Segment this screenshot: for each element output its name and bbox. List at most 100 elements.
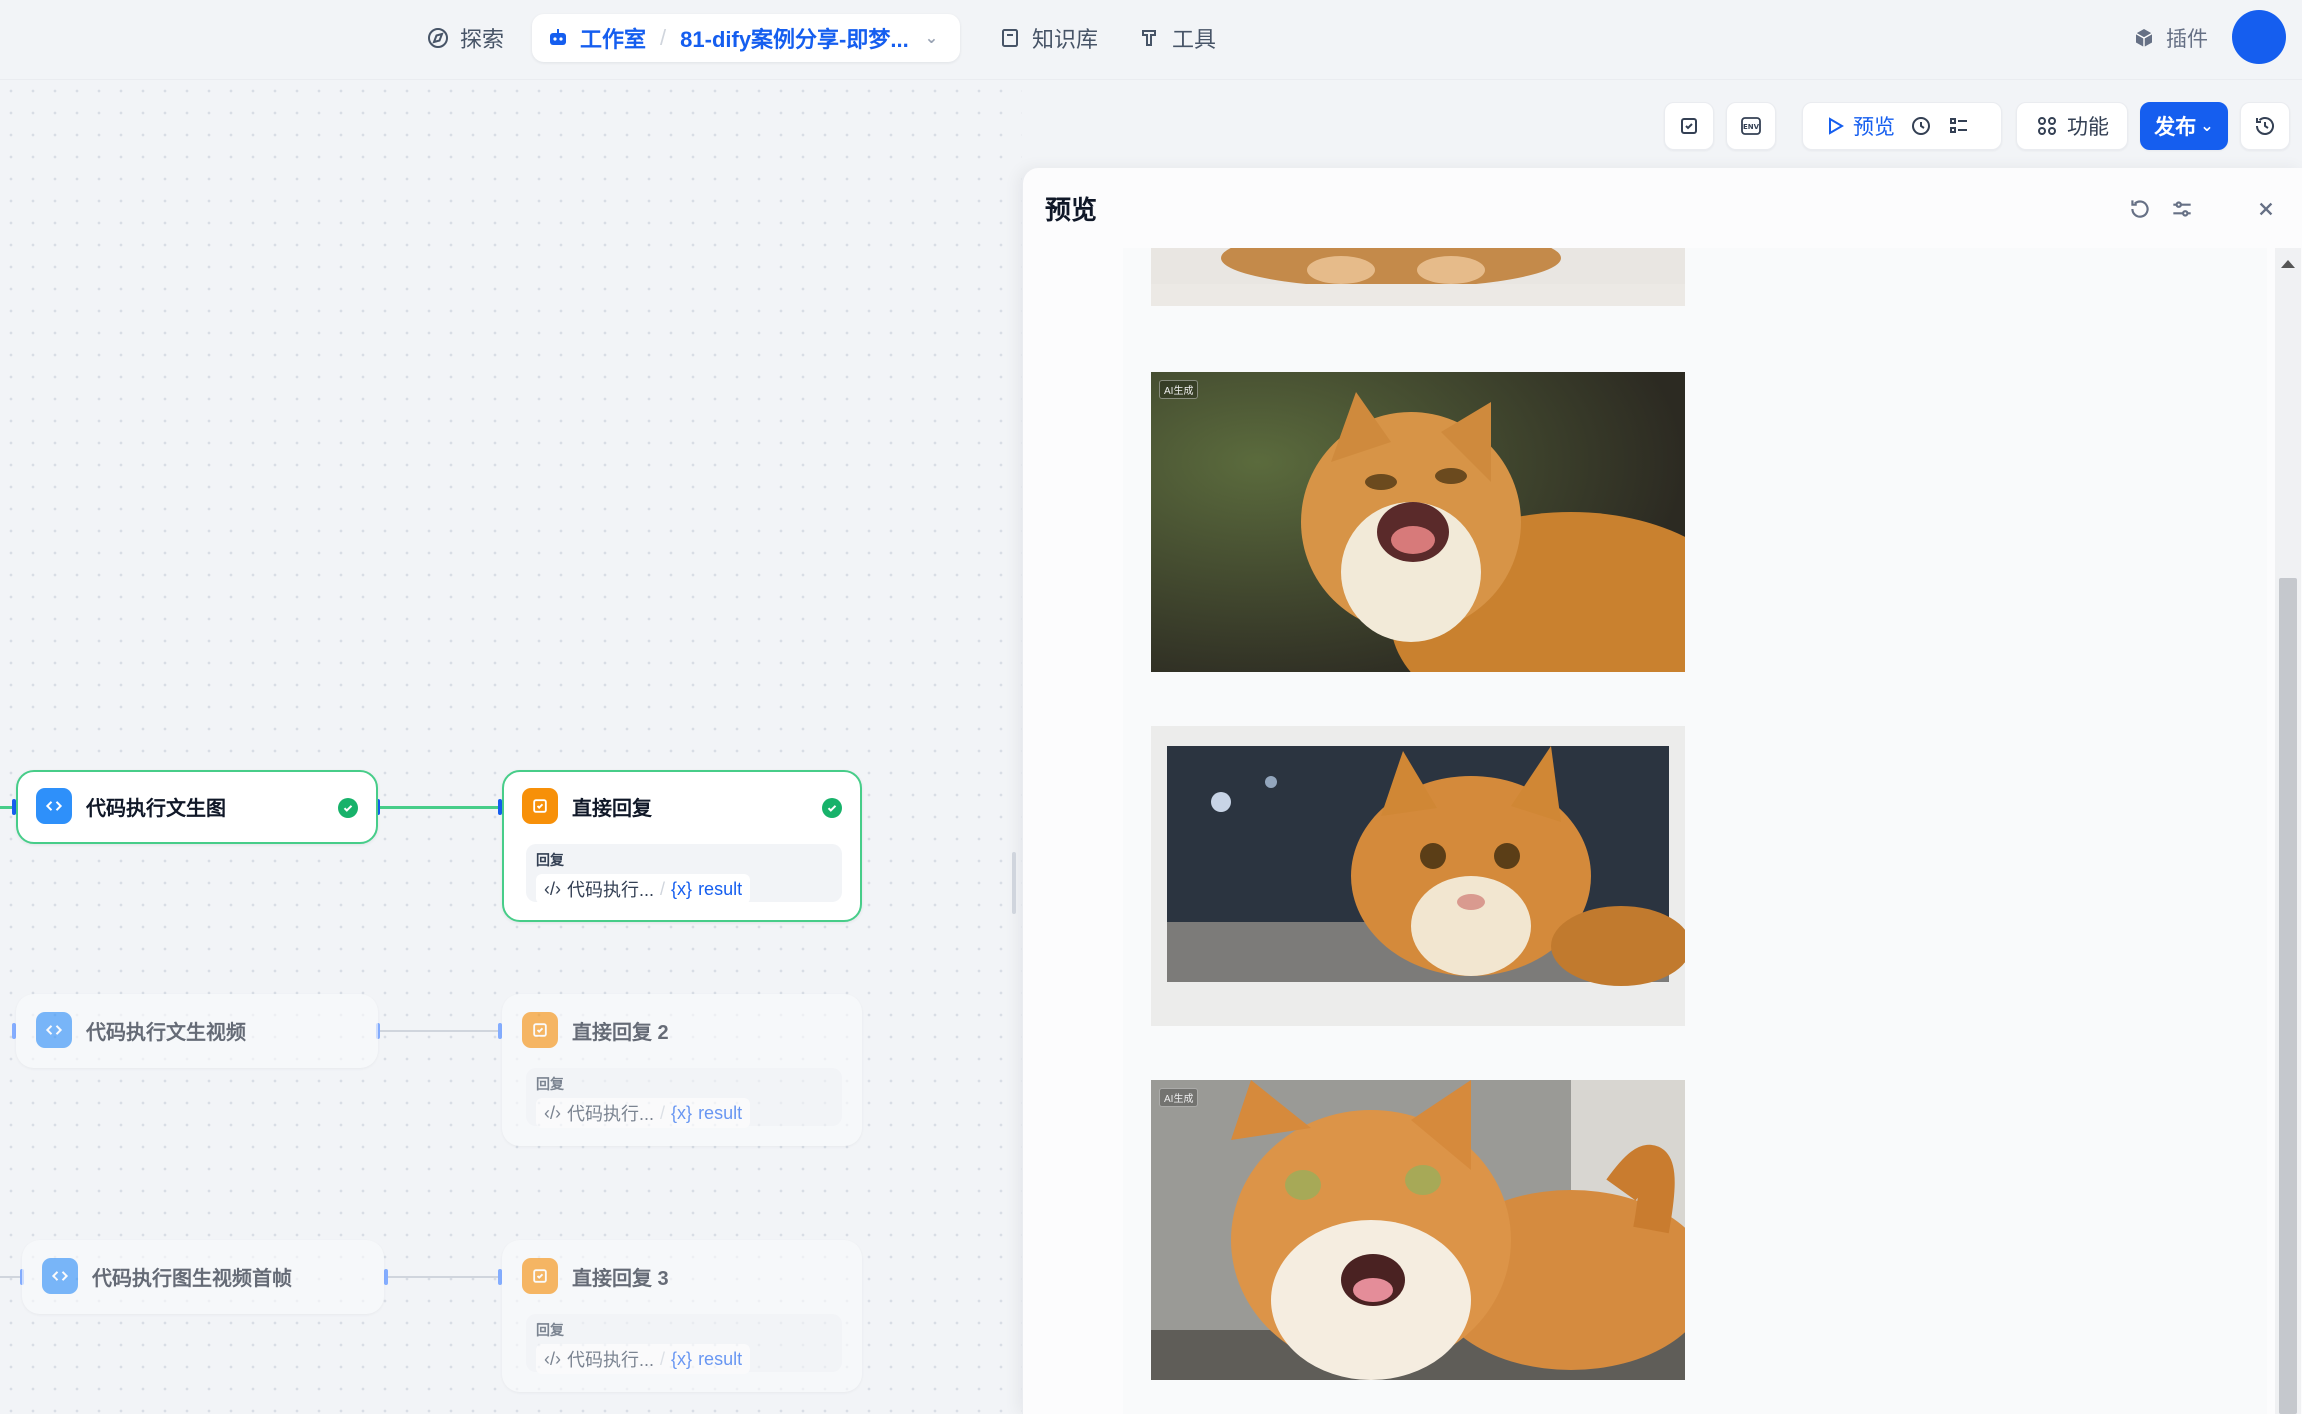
preview-button-group: 预览 — [1802, 102, 2002, 150]
restart-icon[interactable] — [2127, 196, 2153, 222]
features-button[interactable]: 功能 — [2016, 102, 2128, 150]
variable-separator: / — [660, 1102, 666, 1123]
code-icon — [42, 1258, 78, 1294]
nav-knowledge[interactable]: 知识库 — [984, 14, 1112, 62]
nav-studio[interactable]: 工作室 / 81-dify案例分享-即梦... ⌄ — [532, 14, 960, 62]
workflow-canvas[interactable]: 代码执行文生图 直接回复 回复 ‹/› 代码执行... / {x} result — [0, 80, 1022, 1414]
node-direct-reply[interactable]: 直接回复 回复 ‹/› 代码执行... / {x} result — [502, 770, 862, 922]
code-icon — [36, 788, 72, 824]
edge-incoming-code3 — [0, 1276, 22, 1278]
variable-name: result — [698, 1348, 743, 1369]
grid-icon — [2038, 117, 2056, 135]
env-icon: ENV — [1741, 117, 1761, 135]
run-history-icon[interactable] — [1909, 114, 1933, 138]
reply-label: 回复 — [536, 1322, 564, 1338]
publish-button[interactable]: 发布 ⌄ — [2140, 102, 2228, 150]
node-direct-reply-3[interactable]: 直接回复 3 回复 ‹/› 代码执行... / {x} result — [502, 1240, 862, 1392]
history-icon — [2256, 117, 2274, 135]
reply-label: 回复 — [536, 852, 564, 868]
toggle-checklist-button[interactable] — [1664, 102, 1714, 150]
code-icon: ‹/› — [544, 1102, 561, 1123]
reply-variable-box: 回复 ‹/› 代码执行... / {x} result — [526, 844, 842, 904]
reply-label: 回复 — [536, 1076, 564, 1092]
version-history-button[interactable] — [2240, 102, 2290, 150]
generated-image-3[interactable] — [1151, 726, 1685, 1026]
scroll-up-arrow-icon[interactable] — [2281, 260, 2295, 268]
nav-tools[interactable]: 工具 — [1124, 14, 1230, 62]
preview-label: 预览 — [1853, 116, 1895, 139]
panel-resize-handle[interactable] — [1012, 852, 1016, 914]
compass-icon — [428, 28, 448, 48]
features-label: 功能 — [2067, 116, 2109, 139]
edge-code1-reply1 — [378, 806, 502, 809]
ai-generated-tag: AI生成 — [1159, 380, 1199, 399]
scroll-thumb[interactable] — [2279, 578, 2297, 1414]
code-icon: ‹/› — [544, 878, 561, 899]
publish-label: 发布 — [2154, 116, 2197, 139]
reply-variable-box: 回复 ‹/› 代码执行... / {x} result — [526, 1068, 842, 1128]
hammer-icon — [1142, 30, 1156, 46]
node-title: 代码执行图生视频首帧 — [92, 1267, 292, 1290]
reply-icon — [522, 1012, 558, 1048]
node-title: 直接回复 — [572, 797, 652, 820]
preview-button[interactable]: 预览 — [1823, 111, 1895, 141]
generated-image-1[interactable] — [1151, 248, 1685, 306]
variable-name: result — [698, 1102, 743, 1123]
variable-source: 代码执行... — [567, 1350, 655, 1370]
robot-icon — [550, 29, 566, 45]
node-code-text-to-video[interactable]: 代码执行文生视频 — [16, 994, 378, 1068]
avatar[interactable] — [2232, 10, 2286, 64]
close-icon[interactable] — [2253, 196, 2279, 222]
ai-generated-tag: AI生成 — [1159, 1088, 1199, 1107]
scrollbar[interactable] — [2275, 248, 2301, 1414]
chevron-down-icon[interactable]: ⌄ — [925, 28, 938, 48]
variable-chip: ‹/› 代码执行... / {x} result — [536, 1098, 751, 1128]
node-title: 直接回复 2 — [572, 1021, 669, 1044]
cube-icon — [2135, 29, 2153, 47]
reply-icon — [522, 788, 558, 824]
svg-text:ENV: ENV — [1743, 123, 1760, 131]
reply-icon — [522, 1258, 558, 1294]
edge-handle[interactable] — [384, 1269, 388, 1285]
panel-title: 预览 — [1045, 195, 1098, 225]
app-name[interactable]: 81-dify案例分享-即梦... — [680, 22, 909, 54]
chat-messages[interactable]: AI生成 AI生成 — [1123, 248, 2267, 1414]
node-title: 直接回复 3 — [572, 1267, 669, 1290]
code-icon — [36, 1012, 72, 1048]
node-direct-reply-2[interactable]: 直接回复 2 回复 ‹/› 代码执行... / {x} result — [502, 994, 862, 1146]
variable-icon: {x} — [671, 878, 693, 899]
node-code-text-to-image[interactable]: 代码执行文生图 — [16, 770, 378, 844]
node-title: 代码执行文生视频 — [86, 1021, 246, 1044]
node-title: 代码执行文生图 — [86, 797, 226, 820]
code-icon: ‹/› — [544, 1348, 561, 1369]
list-icon[interactable] — [1947, 114, 1971, 138]
settings-icon[interactable] — [2169, 196, 2195, 222]
variable-chip: ‹/› 代码执行... / {x} result — [536, 1344, 751, 1374]
reply-variable-box: 回复 ‹/› 代码执行... / {x} result — [526, 1314, 842, 1374]
breadcrumb-separator: / — [660, 25, 667, 50]
nav-plugins[interactable]: 插件 — [2118, 14, 2222, 62]
variable-separator: / — [660, 1348, 666, 1369]
variable-icon: {x} — [671, 1348, 693, 1369]
edge-code2-reply2 — [378, 1030, 502, 1032]
nav-explore[interactable]: 探索 — [412, 14, 518, 62]
nav-explore-label: 探索 — [460, 27, 505, 52]
success-check-icon — [338, 798, 358, 818]
top-navigation: 探索 工作室 / 81-dify案例分享-即梦... ⌄ 知识库 工具 插件 — [0, 0, 2302, 80]
env-variables-button[interactable]: ENV — [1726, 102, 1776, 150]
variable-name: result — [698, 878, 743, 899]
generated-image-4[interactable]: AI生成 — [1151, 1080, 1685, 1380]
variable-source: 代码执行... — [567, 880, 655, 900]
nav-plugins-label: 插件 — [2166, 28, 2208, 51]
play-icon — [1829, 117, 1844, 135]
preview-panel: 预览 AI生成 AI生成 — [1022, 168, 2302, 1414]
variable-source: 代码执行... — [567, 1104, 655, 1124]
checklist-icon — [1681, 118, 1697, 134]
nav-studio-label: 工作室 — [580, 27, 647, 52]
generated-image-2[interactable]: AI生成 — [1151, 372, 1685, 672]
nav-tools-label: 工具 — [1172, 27, 1217, 52]
book-icon — [1002, 29, 1018, 47]
node-code-image-to-video[interactable]: 代码执行图生视频首帧 — [22, 1240, 384, 1314]
variable-chip: ‹/› 代码执行... / {x} result — [536, 874, 751, 904]
variable-separator: / — [660, 878, 666, 899]
